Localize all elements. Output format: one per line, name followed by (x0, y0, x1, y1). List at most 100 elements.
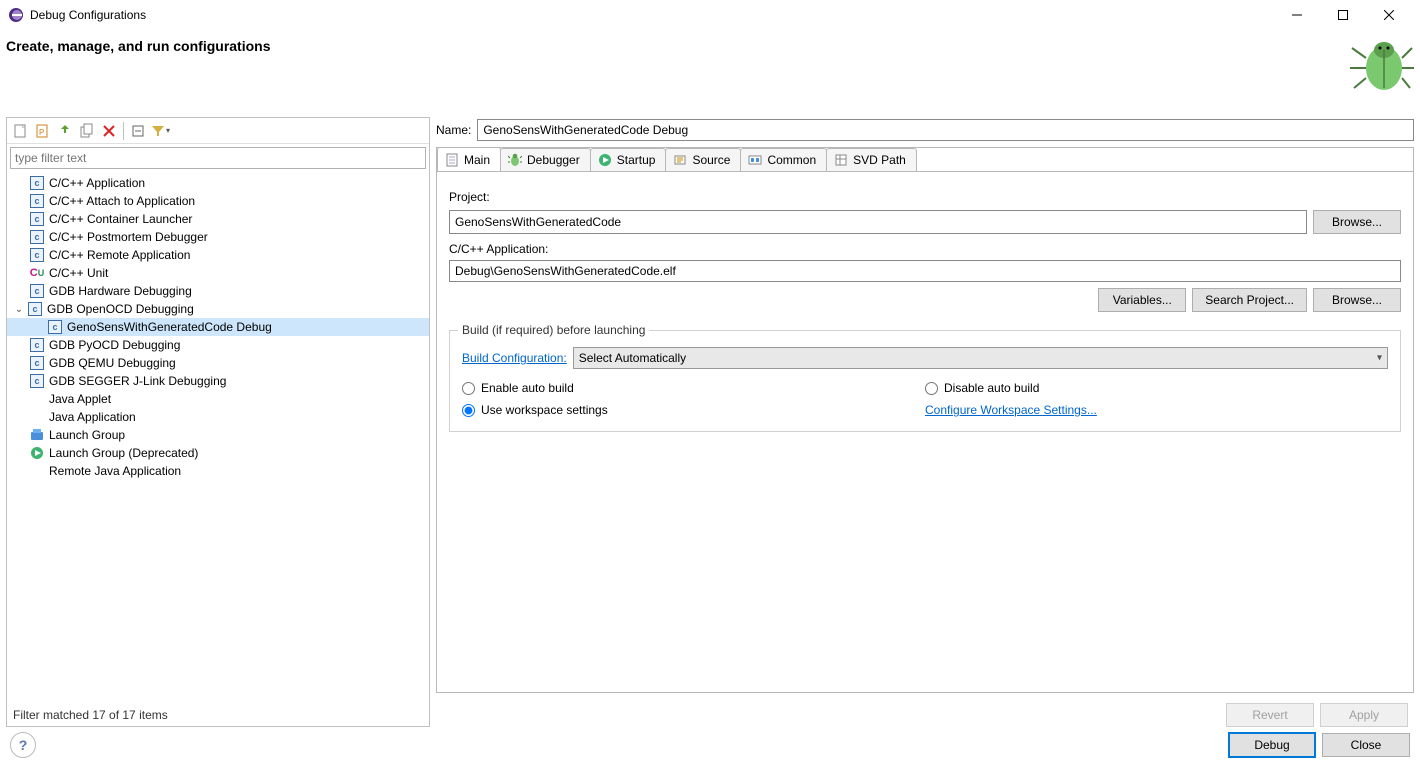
name-label: Name: (436, 123, 471, 137)
tree-item[interactable]: c C/C++ Remote Application (7, 246, 429, 264)
name-input[interactable] (477, 119, 1414, 141)
tree-item-label: Launch Group (Deprecated) (49, 446, 198, 460)
tree-item-label: C/C++ Container Launcher (49, 212, 192, 226)
tree-expander-icon[interactable]: ⌄ (13, 304, 25, 315)
tree-item-label: C/C++ Remote Application (49, 248, 190, 262)
new-prototype-btn[interactable]: P (33, 121, 53, 141)
tab-main[interactable]: Main (437, 147, 501, 171)
build-configuration-select[interactable]: Select Automatically (573, 347, 1388, 369)
source-tab-icon (672, 152, 688, 168)
c-config-icon: c (27, 301, 43, 317)
configure-workspace-link[interactable]: Configure Workspace Settings... (925, 403, 1097, 417)
filter-input-wrapper[interactable] (10, 147, 426, 169)
c-config-icon: c (29, 193, 45, 209)
c-config-icon: c (29, 355, 45, 371)
tree-item[interactable]: Launch Group (Deprecated) (7, 444, 429, 462)
tab-common[interactable]: Common (740, 148, 827, 171)
export-btn[interactable] (55, 121, 75, 141)
minimize-button[interactable] (1274, 0, 1320, 30)
tree-item[interactable]: cC/C++ Container Launcher (7, 210, 429, 228)
tree-item-label: C/C++ Attach to Application (49, 194, 195, 208)
tree-item[interactable]: cC/C++ Application (7, 174, 429, 192)
header: Create, manage, and run configurations (0, 30, 1420, 117)
tree-item-label: GDB SEGGER J-Link Debugging (49, 374, 226, 388)
svg-text:P: P (39, 128, 44, 137)
close-button[interactable]: Close (1322, 733, 1410, 757)
window-title: Debug Configurations (30, 8, 1274, 22)
tree-item-label: GDB Hardware Debugging (49, 284, 192, 298)
tree-item-label: C/C++ Postmortem Debugger (49, 230, 208, 244)
tree-item[interactable]: cGDB PyOCD Debugging (7, 336, 429, 354)
new-configuration-btn[interactable] (11, 121, 31, 141)
project-label: Project: (449, 190, 1401, 204)
c-config-icon: c (29, 229, 45, 245)
close-window-button[interactable] (1366, 0, 1412, 30)
tree-item[interactable]: Launch Group (7, 426, 429, 444)
application-input[interactable] (449, 260, 1401, 282)
eclipse-icon (8, 7, 24, 23)
debug-button[interactable]: Debug (1228, 732, 1316, 758)
build-section: Build (if required) before launching Bui… (449, 330, 1401, 432)
c-config-icon: c (29, 283, 45, 299)
blank-icon (29, 409, 45, 425)
use-workspace-radio[interactable]: Use workspace settings (462, 403, 925, 417)
right-panel: Name: Main Debugger Startup Source Common SVD… (436, 117, 1414, 727)
help-button[interactable]: ? (10, 732, 36, 758)
tree-item[interactable]: c C/C++ Attach to Application (7, 192, 429, 210)
tab-label: SVD Path (853, 153, 906, 167)
c-config-icon: c (29, 247, 45, 263)
tab-label: Common (767, 153, 816, 167)
c-config-icon: c (29, 175, 45, 191)
build-section-title: Build (if required) before launching (458, 323, 649, 337)
blank-icon (29, 391, 45, 407)
tree-item[interactable]: Java Application (7, 408, 429, 426)
blank-icon (29, 463, 45, 479)
maximize-button[interactable] (1320, 0, 1366, 30)
debugger-tab-icon (507, 152, 523, 168)
duplicate-btn[interactable] (77, 121, 97, 141)
tab-content-main: Project: Browse... C/C++ Application: Va… (437, 172, 1413, 692)
project-input[interactable] (449, 210, 1307, 234)
config-tree[interactable]: cC/C++ ApplicationcC/C++ Attach to Appli… (7, 172, 429, 704)
disable-auto-build-radio[interactable]: Disable auto build (925, 381, 1388, 395)
tree-item[interactable]: c C/C++ Postmortem Debugger (7, 228, 429, 246)
tab-debugger[interactable]: Debugger (500, 148, 591, 171)
tab-startup[interactable]: Startup (590, 148, 667, 171)
tree-item[interactable]: CU C/C++ Unit (7, 264, 429, 282)
cunit-icon: CU (29, 265, 45, 281)
delete-btn[interactable] (99, 121, 119, 141)
tree-item-label: C/C++ Unit (49, 266, 108, 280)
tree-item-label: Java Application (49, 410, 136, 424)
collapse-all-btn[interactable] (128, 121, 148, 141)
filter-input[interactable] (15, 151, 421, 165)
tree-item[interactable]: ⌄cGDB OpenOCD Debugging (7, 300, 429, 318)
filter-btn[interactable]: ▾ (150, 121, 170, 141)
tree-item[interactable]: Remote Java Application (7, 462, 429, 480)
tab-label: Source (692, 153, 730, 167)
tree-item[interactable]: cGenoSensWithGeneratedCode Debug (7, 318, 429, 336)
tree-item[interactable]: Java Applet (7, 390, 429, 408)
dialog-footer: ? Debug Close (0, 721, 1420, 769)
tab-svd[interactable]: SVD Path (826, 148, 917, 171)
startup-tab-icon (597, 152, 613, 168)
tree-item-label: GDB QEMU Debugging (49, 356, 176, 370)
variables-button[interactable]: Variables... (1098, 288, 1186, 312)
search-project-button[interactable]: Search Project... (1192, 288, 1307, 312)
browse-app-button[interactable]: Browse... (1313, 288, 1401, 312)
tab-label: Debugger (527, 153, 580, 167)
title-bar: Debug Configurations (0, 0, 1420, 30)
browse-project-button[interactable]: Browse... (1313, 210, 1401, 234)
left-toolbar: P ▾ (7, 118, 429, 144)
tree-item[interactable]: c GDB QEMU Debugging (7, 354, 429, 372)
tab-source[interactable]: Source (665, 148, 741, 171)
enable-auto-build-radio[interactable]: Enable auto build (462, 381, 925, 395)
tree-item-label: GenoSensWithGeneratedCode Debug (67, 320, 272, 334)
c-config-icon: c (29, 373, 45, 389)
separator (123, 122, 124, 140)
build-configuration-label[interactable]: Build Configuration: (462, 351, 567, 365)
tree-item[interactable]: c GDB SEGGER J-Link Debugging (7, 372, 429, 390)
tab-label: Startup (617, 153, 656, 167)
tree-item[interactable]: c GDB Hardware Debugging (7, 282, 429, 300)
tree-item-label: Java Applet (49, 392, 111, 406)
main-tab-icon (444, 152, 460, 168)
